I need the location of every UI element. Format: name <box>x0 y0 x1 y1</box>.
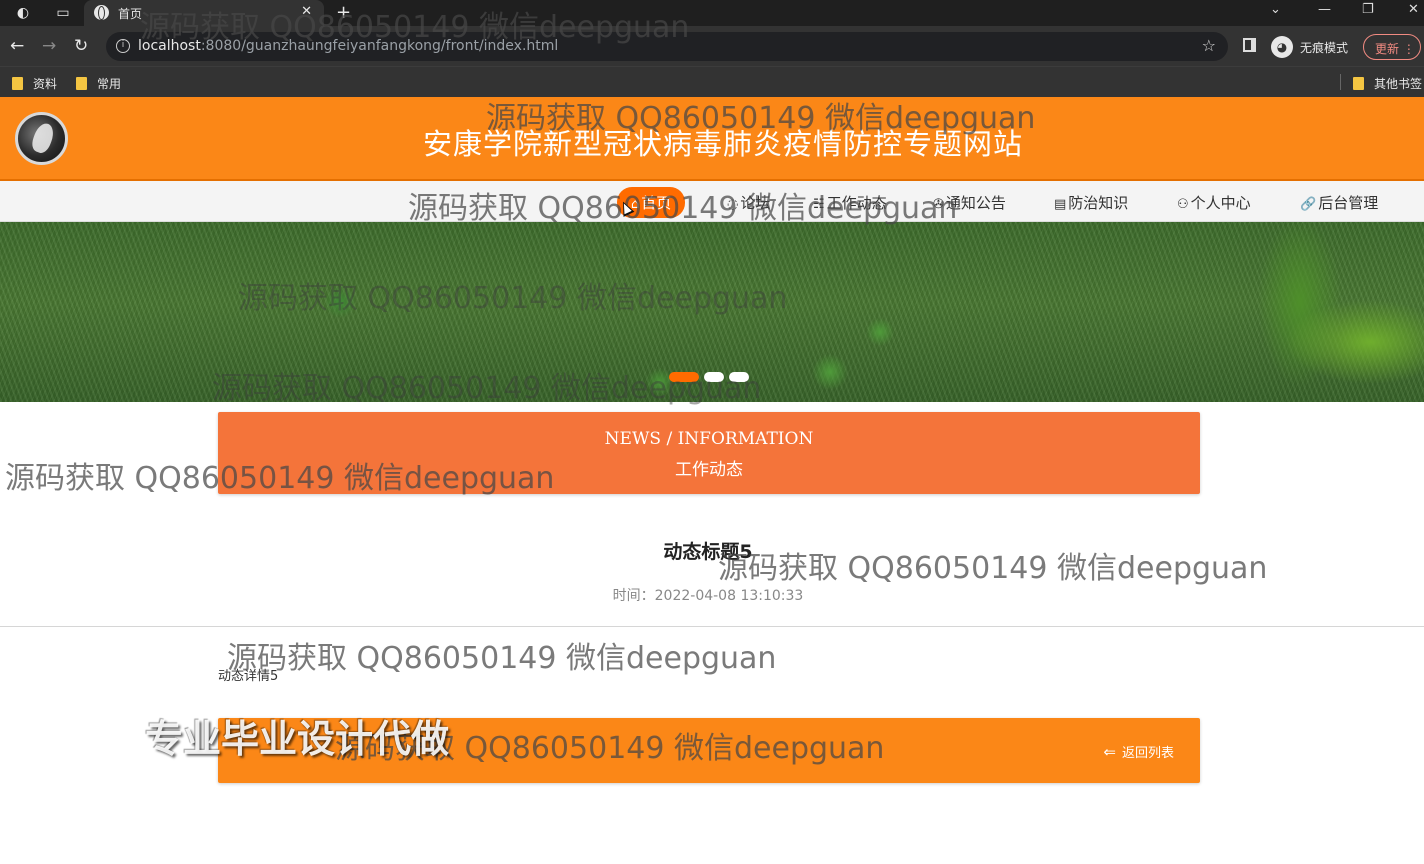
section-header: NEWS / INFORMATION 工作动态 <box>218 412 1200 494</box>
incognito-icon: ◕ <box>1271 36 1293 58</box>
book-icon: ▤ <box>1054 197 1067 212</box>
site-title: 安康学院新型冠状病毒肺炎疫情防控专题网站 <box>422 127 1023 161</box>
banner-carousel[interactable] <box>0 222 1424 402</box>
update-button[interactable]: 更新 ⋮ <box>1363 34 1421 60</box>
bell-icon: ✇ <box>933 197 944 212</box>
tab-search-icon[interactable]: ▭ <box>54 4 72 22</box>
user-icon: ⚇ <box>1177 197 1189 212</box>
article-body: 动态详情5 <box>218 669 279 684</box>
nav-item-notices[interactable]: ✇ 通知公告 <box>933 192 1006 213</box>
bookmark-separator <box>1340 74 1341 90</box>
back-to-list-button[interactable]: ⇐ 返回列表 <box>1103 742 1174 761</box>
browser-toolbar: ← → ↻ i localhost:8080/guanzhaungfeiyanf… <box>0 26 1424 66</box>
new-tab-icon[interactable]: + <box>336 2 351 23</box>
tab-title: 首页 <box>118 7 143 21</box>
chevron-down-icon[interactable]: ⌄ <box>1270 2 1281 17</box>
divider <box>0 626 1424 627</box>
reload-icon[interactable]: ↻ <box>74 36 88 56</box>
browser-menu-icon[interactable]: ◐ <box>14 4 32 22</box>
window-close-icon[interactable]: ✕ <box>1408 2 1419 17</box>
carousel-dot[interactable] <box>729 372 749 382</box>
minimize-icon[interactable]: — <box>1318 2 1331 17</box>
article-time: 时间：2022-04-08 13:10:33 <box>612 588 804 604</box>
side-panel-icon[interactable] <box>1243 38 1256 52</box>
carousel-dot[interactable] <box>669 372 699 382</box>
folder-icon <box>1353 77 1364 90</box>
info-icon[interactable]: i <box>116 39 130 53</box>
address-bar[interactable]: i localhost:8080/guanzhaungfeiyanfangkon… <box>106 32 1228 61</box>
folder-icon <box>76 77 87 90</box>
back-arrow-icon[interactable]: ← <box>10 36 24 56</box>
folder-icon <box>12 77 23 90</box>
browser-tab[interactable]: 首页 ✕ <box>84 0 324 26</box>
section-title-en: NEWS / INFORMATION <box>604 429 814 449</box>
nav-item-knowledge[interactable]: ▤ 防治知识 <box>1054 192 1128 213</box>
browser-tab-bar: ◐ ▭ 首页 ✕ + ⌄ — ❐ ✕ <box>0 0 1424 26</box>
arrow-left-icon: ⇐ <box>1103 743 1116 761</box>
bookmark-folder-changyong[interactable]: 常用 <box>76 75 121 92</box>
bookmark-folder-ziliao[interactable]: 资料 <box>12 75 57 92</box>
section-title-zh: 工作动态 <box>675 460 743 480</box>
nav-item-work-news[interactable]: ☷ 工作动态 <box>813 192 887 213</box>
globe-icon <box>94 5 109 20</box>
carousel-dots <box>669 372 754 384</box>
link-icon: 🔗 <box>1300 197 1317 212</box>
chat-icon: ◌ <box>727 197 739 212</box>
site-header: 安康学院新型冠状病毒肺炎疫情防控专题网站 <box>0 97 1424 181</box>
close-icon[interactable]: ✕ <box>301 4 312 19</box>
bookmark-star-icon[interactable]: ☆ <box>1202 36 1216 55</box>
main-nav: ⌂ 首页 ◌ 论坛 ☷ 工作动态 ✇ 通知公告 ▤ 防治知识 ⚇ 个人中心 🔗 后台管理 <box>0 181 1424 222</box>
promo-overlay-text: 专业毕业设计代做 <box>145 717 450 761</box>
watermark-text: 源码获取 QQ86050149 微信deepguan <box>227 641 777 676</box>
forward-arrow-icon[interactable]: → <box>42 36 56 56</box>
incognito-label: 无痕模式 <box>1300 41 1349 55</box>
bookmarks-bar: 资料 常用 其他书签 <box>0 66 1424 97</box>
nav-item-personal-center[interactable]: ⚇ 个人中心 <box>1177 192 1251 213</box>
restore-icon[interactable]: ❐ <box>1362 2 1374 17</box>
carousel-dot[interactable] <box>704 372 724 382</box>
other-bookmarks[interactable]: 其他书签 <box>1353 75 1422 92</box>
nav-item-admin[interactable]: 🔗 后台管理 <box>1300 192 1378 213</box>
url-text: localhost:8080/guanzhaungfeiyanfangkong/… <box>138 38 559 54</box>
news-icon: ☷ <box>813 197 825 212</box>
nav-item-forum[interactable]: ◌ 论坛 <box>727 192 770 213</box>
article-title: 动态标题5 <box>663 541 753 563</box>
